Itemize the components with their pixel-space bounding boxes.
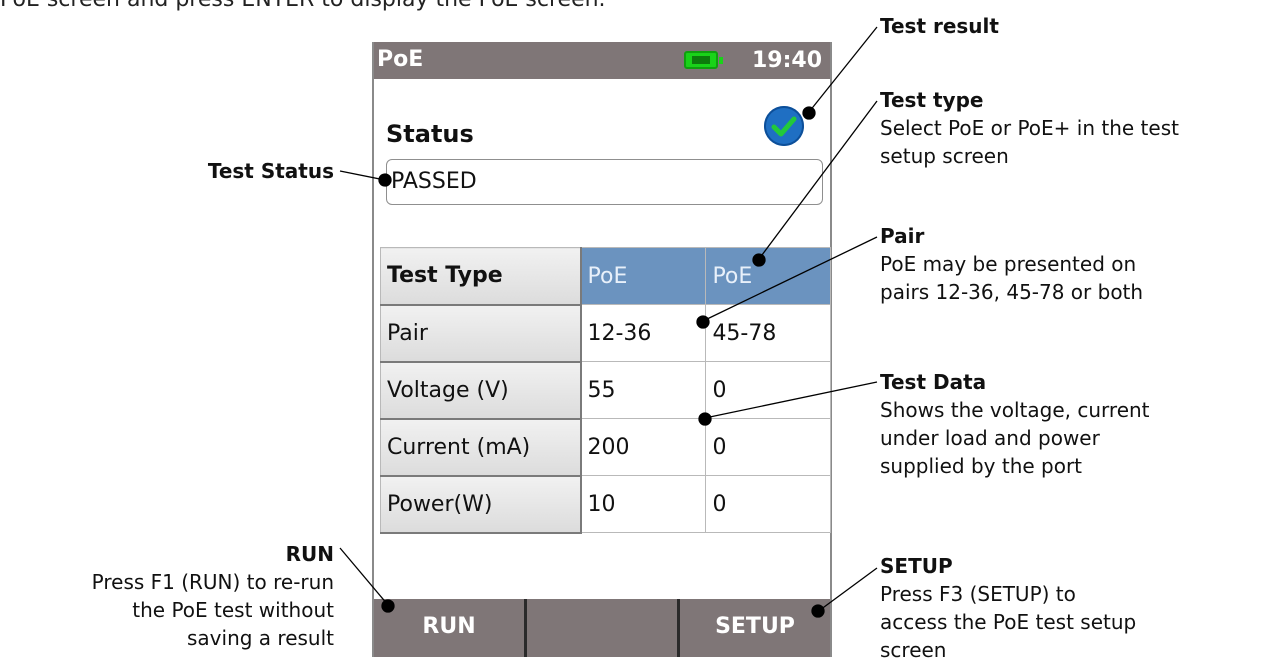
callout-test-type: Test type Select PoE or PoE+ in the test… xyxy=(880,86,1179,170)
callout-setup: SETUP Press F3 (SETUP) to access the PoE… xyxy=(880,552,1136,664)
callout-test-data: Test Data Shows the voltage, current und… xyxy=(880,368,1150,480)
callout-text: screen xyxy=(880,638,947,662)
callout-text: Press F3 (SETUP) to xyxy=(880,582,1076,606)
callout-text: Press F1 (RUN) to re-run xyxy=(91,570,334,594)
callout-title: RUN xyxy=(285,542,334,566)
callout-text: Shows the voltage, current xyxy=(880,398,1150,422)
callout-text: Select PoE or PoE+ in the test xyxy=(880,116,1179,140)
callout-title: Test result xyxy=(880,14,999,38)
callout-text: pairs 12-36, 45-78 or both xyxy=(880,280,1144,304)
callout-title: Test type xyxy=(880,88,984,112)
callout-text: the PoE test without xyxy=(132,598,334,622)
callout-title: Test Data xyxy=(880,370,987,394)
callout-pair: Pair PoE may be presented on pairs 12-36… xyxy=(880,222,1143,306)
callout-title: Pair xyxy=(880,224,925,248)
callout-text: under load and power xyxy=(880,426,1100,450)
callout-text: PoE may be presented on xyxy=(880,252,1137,276)
callout-title: Test Status xyxy=(207,159,334,183)
callout-test-status: Test Status xyxy=(0,157,334,185)
callout-run: RUN Press F1 (RUN) to re-run the PoE tes… xyxy=(0,540,334,652)
callout-text: setup screen xyxy=(880,144,1009,168)
callout-text: saving a result xyxy=(187,626,334,650)
callout-text: access the PoE test setup xyxy=(880,610,1137,634)
callout-title: SETUP xyxy=(880,554,953,578)
callout-text: supplied by the port xyxy=(880,454,1083,478)
callout-test-result: Test result xyxy=(880,12,999,40)
